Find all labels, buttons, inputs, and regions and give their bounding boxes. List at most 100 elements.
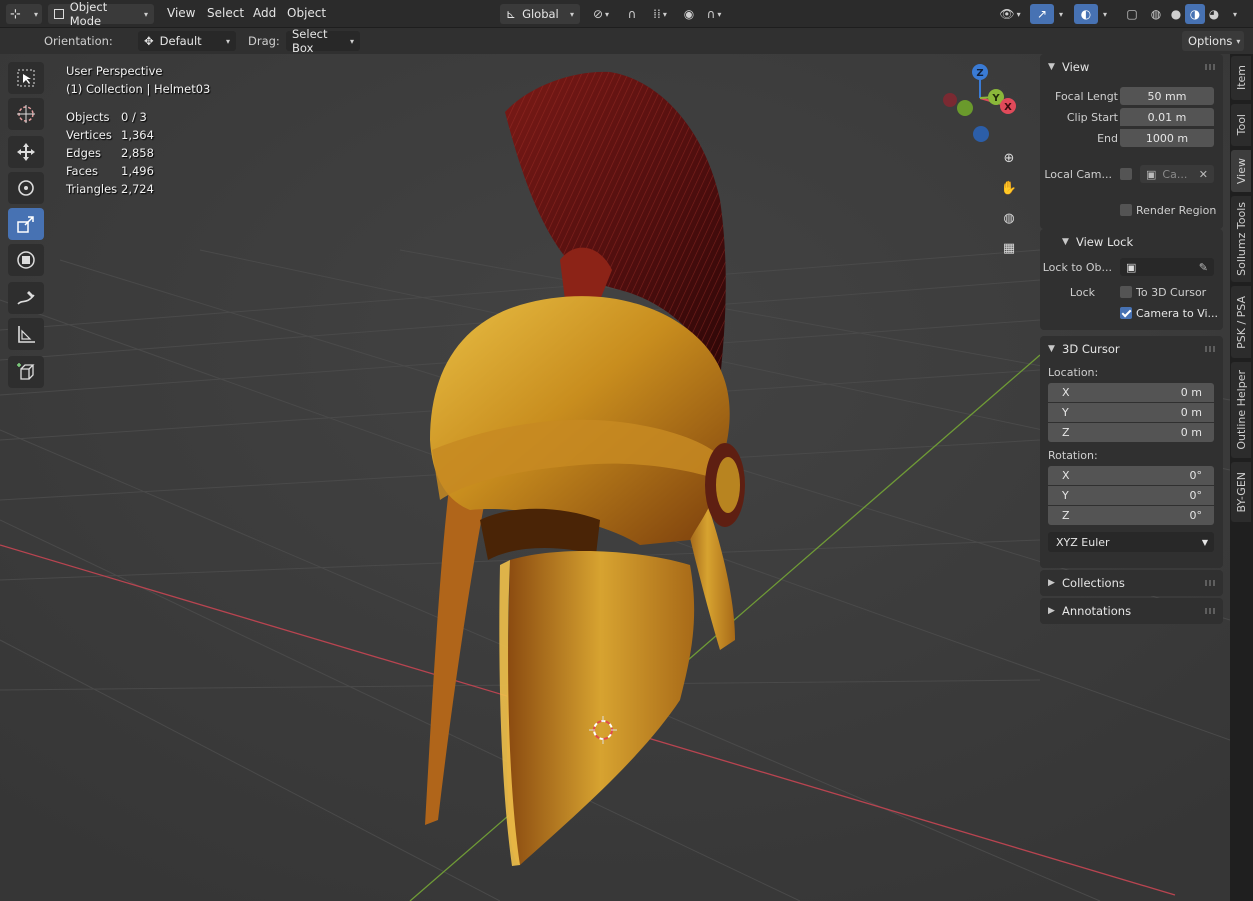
tab-outline-helper[interactable]: Outline Helper bbox=[1231, 362, 1251, 458]
shading-dropdown-icon[interactable]: ▾ bbox=[1226, 4, 1244, 24]
tab-view[interactable]: View bbox=[1231, 150, 1251, 192]
view-lock-header[interactable]: ▼ View Lock bbox=[1040, 229, 1223, 255]
focal-length-label: Focal Lengt bbox=[1055, 89, 1118, 103]
add-cube-tool[interactable] bbox=[8, 356, 44, 388]
view-lock-subpanel: ▼ View Lock Lock to Ob... ▣ ✎ Lock To 3D … bbox=[1040, 229, 1223, 330]
rotation-z-field[interactable]: Z 0° bbox=[1048, 506, 1214, 525]
focal-length-field[interactable]: 50 mm bbox=[1120, 87, 1214, 105]
visibility-icon[interactable]: 👁 ▾ bbox=[994, 4, 1026, 24]
tab-label: Tool bbox=[1234, 114, 1248, 136]
cursor-tool[interactable] bbox=[8, 98, 44, 130]
rotation-mode-dropdown[interactable]: XYZ Euler ▼ bbox=[1048, 532, 1214, 552]
object-mode-icon bbox=[54, 9, 64, 19]
menu-object[interactable]: Object bbox=[287, 6, 326, 20]
gizmo-dropdown-icon[interactable]: ▾ bbox=[1052, 4, 1070, 24]
tab-tool[interactable]: Tool bbox=[1231, 104, 1251, 146]
rotate-icon bbox=[18, 180, 34, 196]
local-camera-checkbox[interactable] bbox=[1120, 168, 1132, 180]
orientation-gizmo-icon: ✥ bbox=[144, 34, 154, 48]
rendered-shading-icon[interactable]: ◕ bbox=[1204, 4, 1224, 24]
tab-sollumz-tools[interactable]: Sollumz Tools bbox=[1231, 196, 1251, 282]
annotate-icon bbox=[17, 291, 35, 305]
mode-dropdown[interactable]: Object Mode ▾ bbox=[48, 0, 154, 28]
render-region-label: Render Region bbox=[1136, 203, 1217, 217]
gizmo-toggle-icon[interactable]: ↗ bbox=[1030, 4, 1054, 24]
falloff-icon[interactable]: ∩ ▾ bbox=[700, 4, 728, 24]
menu-add[interactable]: Add bbox=[253, 6, 276, 20]
menu-view[interactable]: View bbox=[167, 6, 195, 20]
orientation-dropdown[interactable]: ✥ Default ▾ bbox=[138, 31, 236, 51]
annotate-tool[interactable] bbox=[8, 282, 44, 314]
wireframe-shading-icon[interactable]: ◍ bbox=[1146, 4, 1166, 24]
transform-orientation-dropdown[interactable]: ⊾ Global ▾ bbox=[500, 4, 580, 24]
drag-grip-icon[interactable] bbox=[1205, 608, 1215, 614]
rotation-y-field[interactable]: Y 0° bbox=[1048, 486, 1214, 505]
options-label: Options bbox=[1188, 34, 1233, 48]
local-camera-field[interactable]: ▣ Ca... ✕ bbox=[1140, 165, 1214, 183]
snap-target-icon[interactable]: ⁞⁞ ▾ bbox=[645, 4, 675, 24]
tool-settings-bar: Orientation: ✥ Default ▾ Drag: Select Box… bbox=[0, 27, 1253, 55]
select-box-tool[interactable] bbox=[8, 62, 44, 94]
clip-end-field[interactable]: 1000 m bbox=[1120, 129, 1214, 147]
view-panel-header[interactable]: ▼ View bbox=[1040, 54, 1223, 80]
pivot-point-icon[interactable]: ⊘ ▾ bbox=[586, 4, 616, 24]
axis-label: Z bbox=[1062, 509, 1070, 522]
zoom-icon[interactable]: ⊕ bbox=[997, 146, 1021, 170]
negative-x-axis-icon[interactable] bbox=[943, 93, 957, 107]
axis-label: X bbox=[1062, 469, 1070, 482]
collections-panel-header[interactable]: ▶ Collections bbox=[1040, 570, 1223, 596]
clip-start-label: Clip Start bbox=[1066, 110, 1118, 124]
material-shading-icon[interactable]: ◑ bbox=[1185, 4, 1205, 24]
tab-psk-psa[interactable]: PSK / PSA bbox=[1231, 286, 1251, 358]
camera-view-icon[interactable]: ◍ bbox=[997, 206, 1021, 230]
options-dropdown[interactable]: Options ▾ bbox=[1182, 31, 1244, 51]
drag-grip-icon[interactable] bbox=[1205, 64, 1215, 70]
to-3d-cursor-checkbox[interactable] bbox=[1120, 286, 1132, 298]
collection-label: (1) Collection | Helmet03 bbox=[66, 82, 211, 96]
drag-grip-icon[interactable] bbox=[1205, 580, 1215, 586]
clear-icon[interactable]: ✕ bbox=[1199, 168, 1208, 181]
tab-item[interactable]: Item bbox=[1231, 56, 1251, 100]
annotations-panel-header[interactable]: ▶ Annotations bbox=[1040, 598, 1223, 624]
editor-type-button[interactable]: ⊹ ▾ bbox=[6, 4, 42, 24]
render-region-checkbox[interactable] bbox=[1120, 204, 1132, 216]
menu-select[interactable]: Select bbox=[207, 6, 244, 20]
negative-z-axis-icon[interactable] bbox=[973, 126, 989, 142]
overlays-toggle-icon[interactable]: ◐ bbox=[1074, 4, 1098, 24]
proportional-edit-icon[interactable]: ◉ bbox=[677, 4, 701, 24]
axis-label: X bbox=[1062, 386, 1070, 399]
object-icon: ▣ bbox=[1126, 260, 1137, 274]
drag-dropdown[interactable]: Select Box ▾ bbox=[286, 27, 360, 55]
lock-to-object-field[interactable]: ▣ ✎ bbox=[1120, 258, 1214, 276]
drag-grip-icon[interactable] bbox=[1205, 346, 1215, 352]
tab-by-gen[interactable]: BY-GEN bbox=[1231, 462, 1251, 522]
pan-hand-icon[interactable]: ✋ bbox=[997, 176, 1021, 200]
snap-icon[interactable]: ∩ bbox=[620, 4, 644, 24]
location-x-field[interactable]: X 0 m bbox=[1048, 383, 1214, 402]
navigation-gizmo[interactable]: Z Y X bbox=[940, 62, 1020, 147]
collections-panel: ▶ Collections bbox=[1040, 570, 1223, 596]
scale-tool[interactable] bbox=[8, 208, 44, 240]
viewport-info-overlay: User Perspective (1) Collection | Helmet… bbox=[66, 62, 210, 198]
mode-label: Object Mode bbox=[69, 0, 108, 28]
overlays-dropdown-icon[interactable]: ▾ bbox=[1096, 4, 1114, 24]
clip-start-field[interactable]: 0.01 m bbox=[1120, 108, 1214, 126]
lock-cursor-row: Lock To 3D Cursor bbox=[1040, 282, 1223, 302]
eyedropper-icon[interactable]: ✎ bbox=[1199, 261, 1208, 274]
camera-to-view-checkbox[interactable] bbox=[1120, 307, 1132, 319]
transform-tool[interactable] bbox=[8, 244, 44, 276]
solid-shading-icon[interactable]: ● bbox=[1166, 4, 1186, 24]
xray-icon[interactable]: ▢ bbox=[1120, 4, 1144, 24]
ortho-grid-icon[interactable]: ▦ bbox=[997, 236, 1021, 260]
lock-to-object-label: Lock to Ob... bbox=[1042, 260, 1112, 274]
location-y-field[interactable]: Y 0 m bbox=[1048, 403, 1214, 422]
negative-y-axis-icon[interactable] bbox=[957, 100, 973, 116]
stat-value: 2,724 bbox=[121, 182, 154, 196]
move-tool[interactable] bbox=[8, 136, 44, 168]
render-region-row: Render Region bbox=[1040, 200, 1223, 220]
rotation-x-field[interactable]: X 0° bbox=[1048, 466, 1214, 485]
location-z-field[interactable]: Z 0 m bbox=[1048, 423, 1214, 442]
rotate-tool[interactable] bbox=[8, 172, 44, 204]
measure-tool[interactable] bbox=[8, 318, 44, 350]
3d-cursor-panel-header[interactable]: ▼ 3D Cursor bbox=[1040, 336, 1223, 362]
